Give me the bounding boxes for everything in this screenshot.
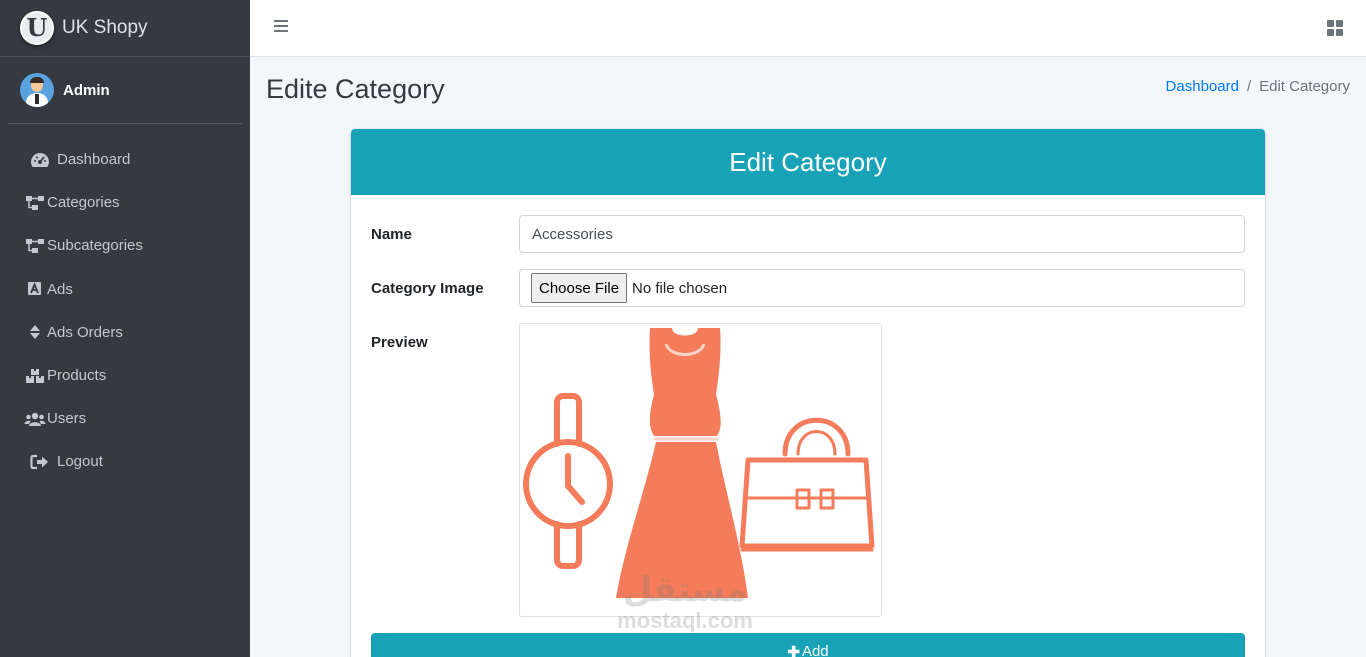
sidebar-item-label: Users — [47, 410, 87, 428]
avatar — [20, 73, 54, 107]
plus-icon: ✚ — [787, 644, 800, 657]
brand-name: UK Shopy — [62, 17, 148, 38]
sidebar-item-label: Subcategories — [47, 237, 143, 255]
sidebar-item-categories[interactable]: Categories — [0, 181, 250, 224]
users-icon — [24, 411, 46, 427]
sidebar-item-label: Dashboard — [57, 151, 131, 169]
add-button-label: Add — [801, 643, 829, 657]
menu-toggle-icon[interactable] — [274, 20, 288, 34]
sidebar-item-ads-orders[interactable]: Ads Orders — [0, 311, 250, 354]
sidebar: U UK Shopy Admin Dashboard Categories Su… — [0, 0, 250, 657]
brand-link[interactable]: U UK Shopy — [0, 0, 250, 57]
sidebar-item-label: Categories — [47, 194, 120, 212]
sidebar-item-users[interactable]: Users — [0, 397, 250, 440]
add-button[interactable]: ✚ Add — [371, 633, 1245, 657]
sidebar-item-label: Logout — [57, 453, 103, 471]
card-title: Edit Category — [351, 129, 1265, 195]
preview-label: Preview — [371, 334, 428, 351]
user-name: Admin — [63, 81, 110, 99]
sidebar-item-logout[interactable]: Logout — [0, 440, 250, 483]
sitemap-icon — [24, 195, 46, 211]
user-panel[interactable]: Admin — [8, 57, 242, 124]
sign-out-icon — [24, 454, 56, 470]
page-title: Edite Category — [266, 74, 445, 104]
sidebar-item-label: Ads — [47, 280, 73, 298]
sidebar-item-subcategories[interactable]: Subcategories — [0, 224, 250, 267]
ad-icon — [24, 281, 46, 297]
sidebar-item-dashboard[interactable]: Dashboard — [0, 138, 250, 181]
tachometer-icon — [24, 152, 56, 168]
sidebar-item-label: Ads Orders — [47, 323, 123, 341]
accessories-illustration — [523, 328, 875, 598]
sort-icon — [24, 324, 46, 340]
breadcrumb-dashboard-link[interactable]: Dashboard — [1166, 78, 1239, 95]
sidebar-nav: Dashboard Categories Subcategories Ads A… — [0, 124, 250, 484]
top-navbar — [250, 0, 1366, 57]
edit-category-card: Edit Category Name Category Image Choose… — [351, 129, 1265, 657]
file-status: No file chosen — [632, 279, 728, 297]
sidebar-item-products[interactable]: Products — [0, 354, 250, 397]
boxes-icon — [24, 368, 46, 384]
name-label: Name — [371, 226, 412, 243]
sitemap-icon — [24, 238, 46, 254]
breadcrumb-separator: / — [1246, 78, 1252, 95]
sidebar-item-ads[interactable]: Ads — [0, 268, 250, 311]
preview-image — [519, 323, 882, 617]
category-image-label: Category Image — [371, 280, 484, 297]
breadcrumb-current: Edit Category — [1259, 78, 1350, 95]
sidebar-item-label: Products — [47, 367, 107, 385]
brand-logo: U — [20, 11, 54, 45]
apps-grid-icon[interactable] — [1327, 20, 1343, 36]
name-input[interactable] — [519, 215, 1245, 253]
breadcrumb: Dashboard / Edit Category — [1166, 78, 1350, 95]
choose-file-button[interactable]: Choose File — [531, 273, 628, 303]
category-image-file-input[interactable]: Choose File No file chosen — [519, 269, 1245, 307]
